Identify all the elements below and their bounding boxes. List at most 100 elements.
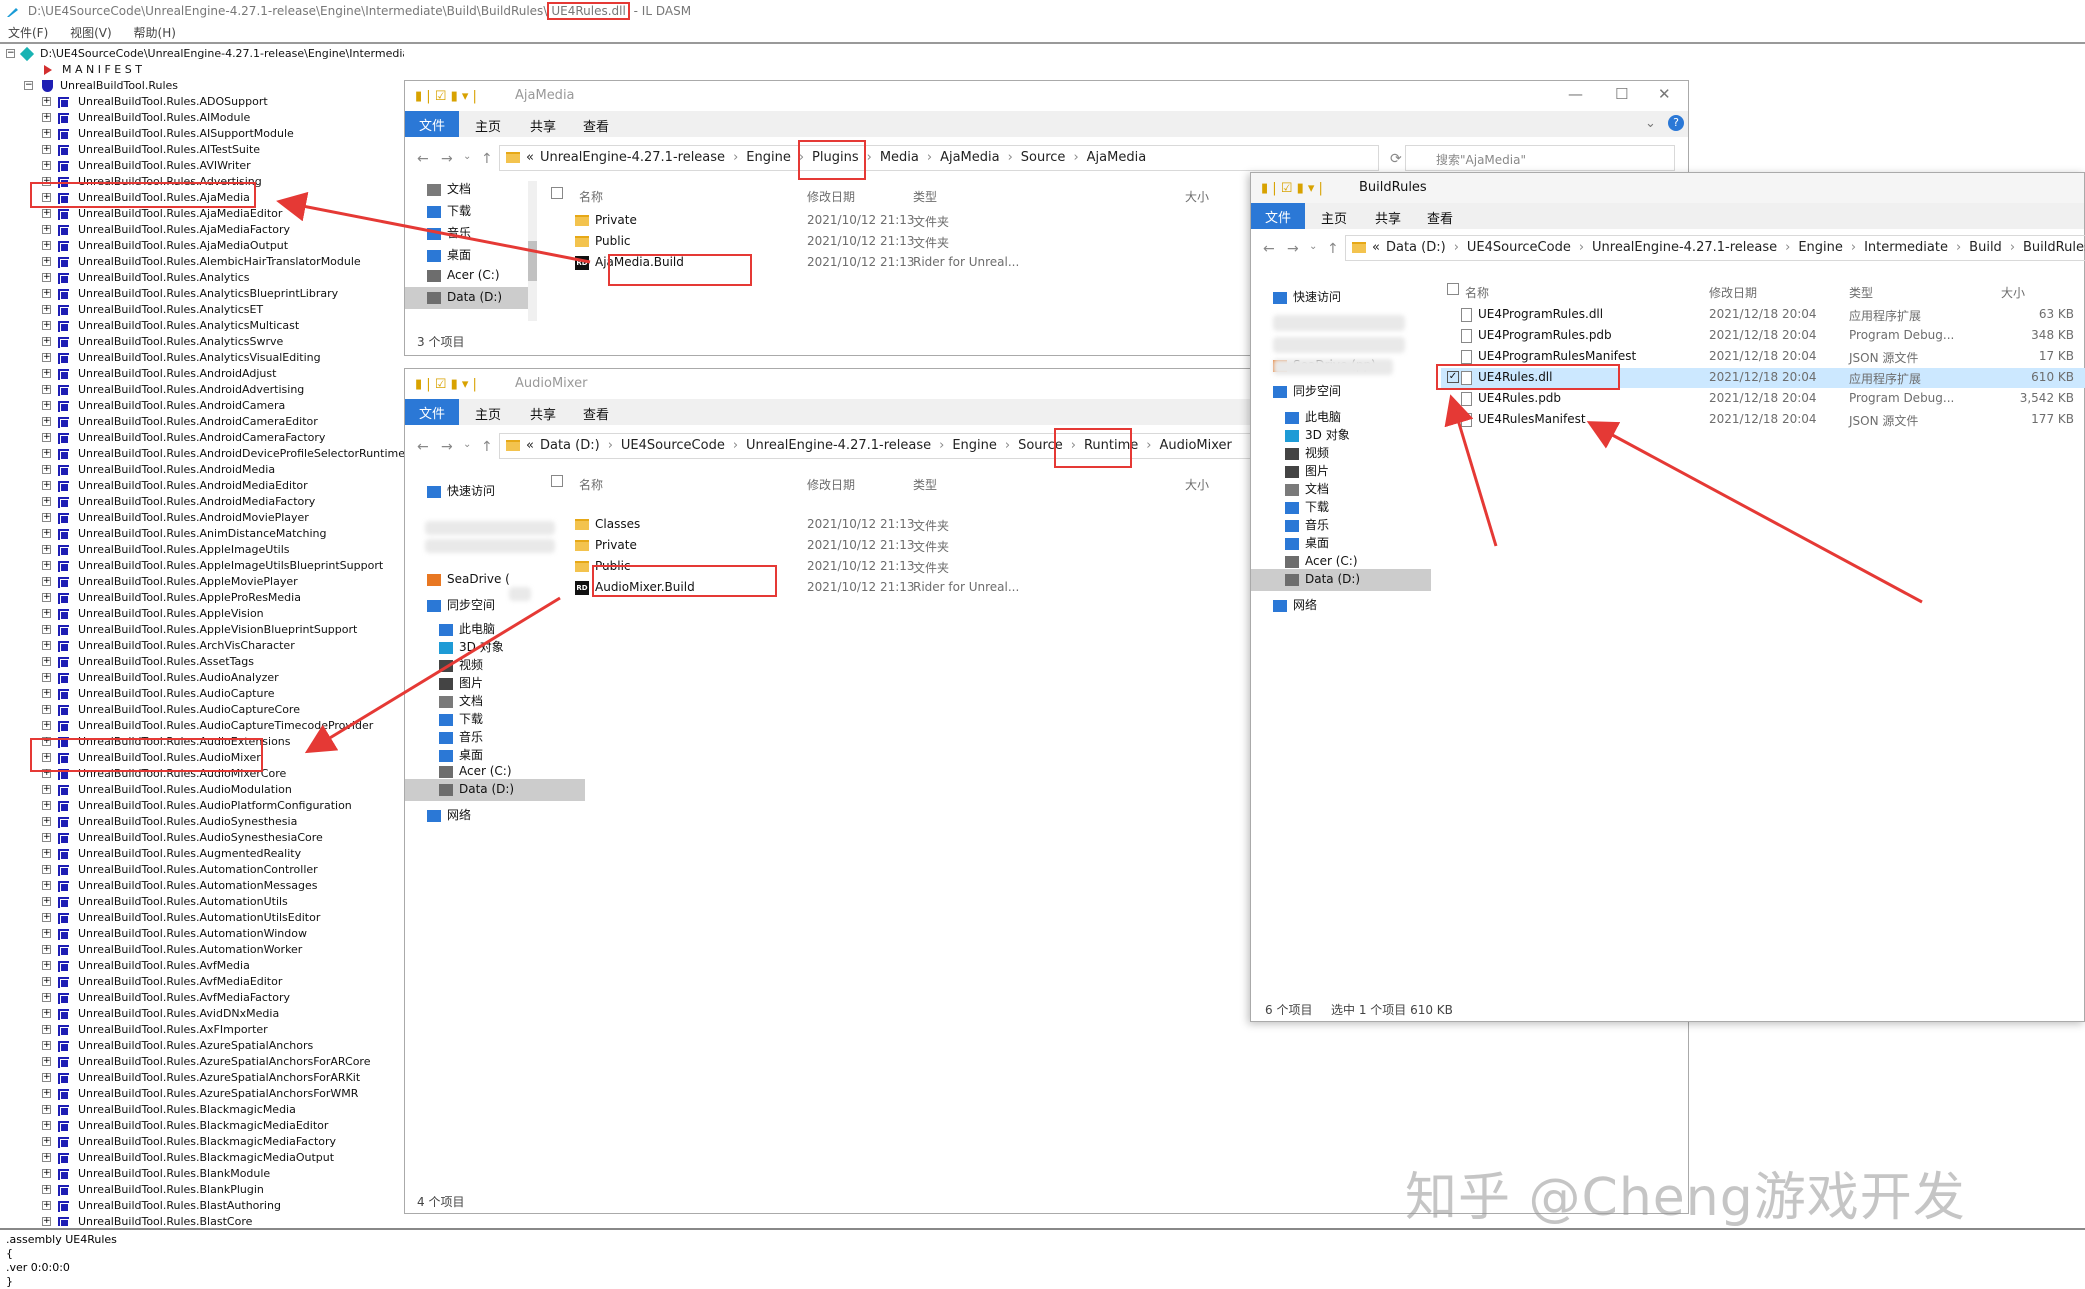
help-icon[interactable]: ? bbox=[1668, 115, 1684, 131]
quick-access-toolbar[interactable]: ▮ | ☑ ▮ ▾ | bbox=[415, 89, 477, 104]
tree-class-item[interactable]: + UnrealBuildTool.Rules.AzureSpatialAncho… bbox=[0, 1070, 404, 1086]
recent-dropdown[interactable]: ⌄ bbox=[463, 151, 471, 162]
expand-icon[interactable]: + bbox=[42, 209, 51, 218]
breadcrumb-item[interactable]: Engine bbox=[1798, 240, 1843, 255]
up-button[interactable]: ↑ bbox=[481, 151, 493, 167]
tree-class-item[interactable]: + UnrealBuildTool.Rules.AnalyticsET bbox=[0, 302, 404, 318]
breadcrumb-item[interactable]: AjaMedia bbox=[1087, 150, 1147, 165]
recent-dropdown[interactable]: ⌄ bbox=[1309, 241, 1317, 252]
tree-class-item[interactable]: + UnrealBuildTool.Rules.AvfMediaFactory bbox=[0, 990, 404, 1006]
file-row[interactable]: UE4RulesManifest 2021/12/18 20:04 JSON 源文件… bbox=[1441, 410, 2085, 430]
tree-class-item[interactable]: + UnrealBuildTool.Rules.AnalyticsMulticas… bbox=[0, 318, 404, 334]
breadcrumb-item[interactable]: UE4SourceCode bbox=[1467, 240, 1571, 255]
nav-item[interactable]: Data (D:) bbox=[405, 287, 530, 309]
breadcrumb-item[interactable]: « bbox=[1372, 240, 1380, 255]
tree-class-item[interactable]: + UnrealBuildTool.Rules.AppleVision bbox=[0, 606, 404, 622]
ribbon-file-tab[interactable]: 文件 bbox=[405, 111, 460, 137]
audio-address-bar[interactable]: « Data (D:) › UE4SourceCode › UnrealEngine-4.… bbox=[499, 433, 1349, 459]
expand-icon[interactable]: + bbox=[42, 545, 51, 554]
column-header-name[interactable]: 名称 bbox=[1465, 284, 1489, 301]
tree-class-item[interactable]: + UnrealBuildTool.Rules.AndroidCameraFact… bbox=[0, 430, 404, 446]
ribbon-home-tab[interactable]: 主页 bbox=[475, 116, 501, 135]
expand-icon[interactable]: + bbox=[42, 625, 51, 634]
expand-icon[interactable]: + bbox=[42, 913, 51, 922]
breadcrumb-item[interactable]: AudioMixer bbox=[1159, 438, 1231, 453]
ribbon-view-tab[interactable]: 查看 bbox=[583, 116, 609, 135]
expand-icon[interactable]: + bbox=[42, 369, 51, 378]
tree-class-item[interactable]: + UnrealBuildTool.Rules.AssetTags bbox=[0, 654, 404, 670]
collapse-icon[interactable]: − bbox=[24, 81, 33, 90]
tree-class-item[interactable]: + UnrealBuildTool.Rules.AIModule bbox=[0, 110, 404, 126]
column-header-name[interactable]: 名称 bbox=[579, 476, 603, 493]
expand-icon[interactable]: + bbox=[42, 609, 51, 618]
expand-icon[interactable]: + bbox=[42, 417, 51, 426]
buildrules-address-bar[interactable]: « Data (D:) › UE4SourceCode › UnrealEngine-4.… bbox=[1345, 235, 2085, 261]
breadcrumb-item[interactable]: UnrealEngine-4.27.1-release bbox=[746, 438, 931, 453]
tree-class-item[interactable]: + UnrealBuildTool.Rules.BlackmagicMediaEd… bbox=[0, 1118, 404, 1134]
expand-icon[interactable]: + bbox=[42, 1137, 51, 1146]
expand-icon[interactable]: + bbox=[42, 945, 51, 954]
tree-class-item[interactable]: + UnrealBuildTool.Rules.AITestSuite bbox=[0, 142, 404, 158]
expand-icon[interactable]: + bbox=[42, 1185, 51, 1194]
expand-icon[interactable]: + bbox=[42, 401, 51, 410]
select-all-checkbox[interactable] bbox=[551, 187, 563, 199]
expand-icon[interactable]: + bbox=[42, 833, 51, 842]
forward-button[interactable]: → bbox=[441, 151, 453, 167]
column-header-size[interactable]: 大小 bbox=[1185, 476, 1209, 493]
tree-class-item[interactable]: + UnrealBuildTool.Rules.AndroidCameraEdit… bbox=[0, 414, 404, 430]
breadcrumb-item[interactable]: UnrealEngine-4.27.1-release bbox=[1592, 240, 1777, 255]
expand-icon[interactable]: + bbox=[42, 129, 51, 138]
tree-class-item[interactable]: + UnrealBuildTool.Rules.AvfMediaEditor bbox=[0, 974, 404, 990]
breadcrumb-item[interactable]: Intermediate bbox=[1864, 240, 1948, 255]
expand-icon[interactable]: + bbox=[42, 1025, 51, 1034]
expand-icon[interactable]: + bbox=[42, 977, 51, 986]
nav-item[interactable]: 下载 bbox=[405, 199, 530, 221]
nav-item[interactable]: Data (D:) bbox=[405, 779, 585, 801]
quick-access-toolbar[interactable]: ▮ | ☑ ▮ ▾ | bbox=[1261, 181, 1323, 196]
expand-icon[interactable]: + bbox=[42, 513, 51, 522]
ribbon-share-tab[interactable]: 共享 bbox=[1375, 208, 1401, 227]
ribbon-home-tab[interactable]: 主页 bbox=[475, 404, 501, 423]
tree-class-item[interactable]: + UnrealBuildTool.Rules.AugmentedReality bbox=[0, 846, 404, 862]
tree-class-item[interactable]: + UnrealBuildTool.Rules.BlackmagicMediaFa… bbox=[0, 1134, 404, 1150]
ildasm-tree[interactable]: − D:\UE4SourceCode\UnrealEngine-4.27.1-r… bbox=[0, 46, 404, 1226]
tree-root[interactable]: − D:\UE4SourceCode\UnrealEngine-4.27.1-r… bbox=[0, 46, 404, 62]
ribbon-file-tab[interactable]: 文件 bbox=[405, 399, 460, 425]
expand-icon[interactable]: + bbox=[42, 497, 51, 506]
tree-class-item[interactable]: + UnrealBuildTool.Rules.BlackmagicMedia bbox=[0, 1102, 404, 1118]
tree-class-item[interactable]: + UnrealBuildTool.Rules.AndroidAdvertisin… bbox=[0, 382, 404, 398]
expand-icon[interactable]: + bbox=[42, 353, 51, 362]
back-button[interactable]: ← bbox=[417, 439, 429, 455]
tree-class-item[interactable]: + UnrealBuildTool.Rules.AndroidMedia bbox=[0, 462, 404, 478]
tree-class-item[interactable]: + UnrealBuildTool.Rules.AudioCapture bbox=[0, 686, 404, 702]
tree-class-item[interactable]: + UnrealBuildTool.Rules.AlembicHairTransl… bbox=[0, 254, 404, 270]
tree-class-item[interactable]: + UnrealBuildTool.Rules.BlastCore bbox=[0, 1214, 404, 1226]
nav-item[interactable]: 同步空间 bbox=[1251, 379, 1431, 401]
column-header-modified[interactable]: 修改日期 bbox=[807, 476, 855, 493]
expand-icon[interactable]: + bbox=[42, 961, 51, 970]
aja-address-bar[interactable]: «UnrealEngine-4.27.1-release › Engine › Plug… bbox=[499, 145, 1379, 171]
expand-icon[interactable]: + bbox=[42, 641, 51, 650]
expand-icon[interactable]: + bbox=[42, 897, 51, 906]
expand-icon[interactable]: + bbox=[42, 449, 51, 458]
expand-icon[interactable]: + bbox=[42, 305, 51, 314]
tree-class-item[interactable]: + UnrealBuildTool.Rules.AndroidDeviceProf… bbox=[0, 446, 404, 462]
expand-icon[interactable]: + bbox=[42, 481, 51, 490]
expand-icon[interactable]: + bbox=[42, 817, 51, 826]
expand-icon[interactable]: + bbox=[42, 785, 51, 794]
tree-class-item[interactable]: + UnrealBuildTool.Rules.AnalyticsVisualEd… bbox=[0, 350, 404, 366]
expand-icon[interactable]: + bbox=[42, 993, 51, 1002]
expand-icon[interactable]: + bbox=[42, 1057, 51, 1066]
tree-class-item[interactable]: + UnrealBuildTool.Rules.AppleImageUtils bbox=[0, 542, 404, 558]
column-header-size[interactable]: 大小 bbox=[2001, 284, 2025, 301]
expand-icon[interactable]: + bbox=[42, 673, 51, 682]
expand-icon[interactable]: + bbox=[42, 1073, 51, 1082]
nav-item[interactable]: 网络 bbox=[1251, 593, 1431, 615]
column-header-type[interactable]: 类型 bbox=[913, 476, 937, 493]
column-header-type[interactable]: 类型 bbox=[1849, 284, 1873, 301]
nav-item[interactable]: 网络 bbox=[405, 803, 585, 825]
tree-class-item[interactable]: + UnrealBuildTool.Rules.AjaMediaEditor bbox=[0, 206, 404, 222]
file-row[interactable]: UE4ProgramRules.pdb 2021/12/18 20:04 Progr… bbox=[1441, 326, 2085, 346]
ribbon-file-tab[interactable]: 文件 bbox=[1251, 203, 1306, 229]
tree-class-item[interactable]: + UnrealBuildTool.Rules.AjaMediaOutput bbox=[0, 238, 404, 254]
